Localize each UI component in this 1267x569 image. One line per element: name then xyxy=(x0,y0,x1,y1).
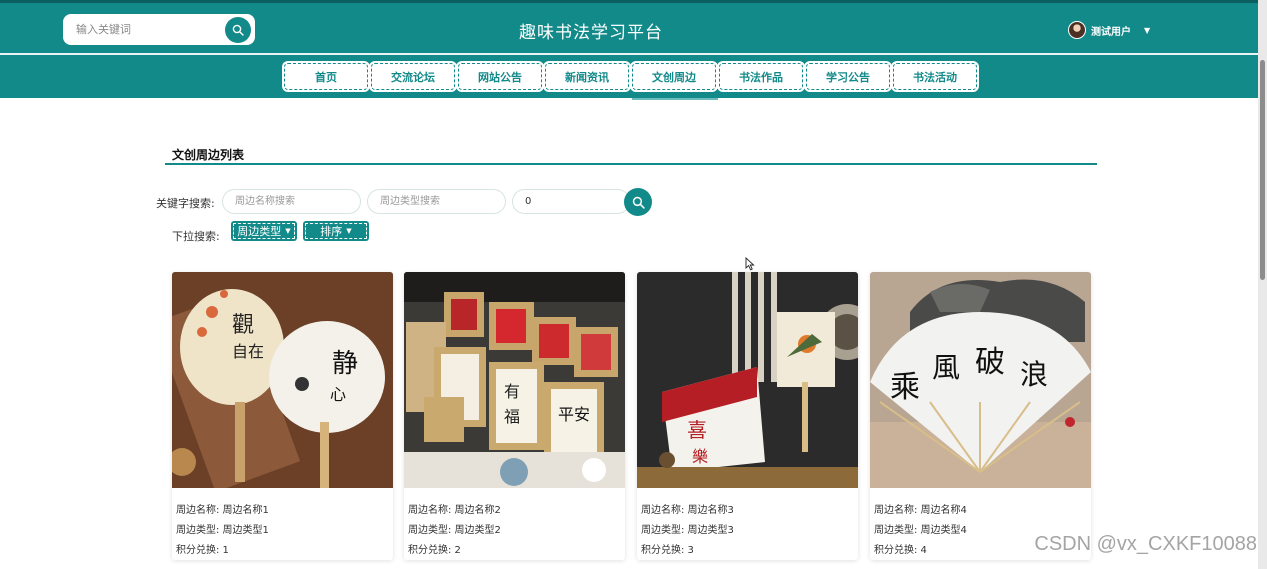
app-root: 趣味书法学习平台 测试用户 ▼ 首页 交流论坛 网站公告 新闻资讯 文创周边 书… xyxy=(0,0,1267,569)
merch-type-dropdown[interactable]: 周边类型 ▼ xyxy=(231,221,297,241)
product-card[interactable]: 喜 樂 周边名称: 周边名称3 周边类型: 周边类型3 积分兑换: 3 xyxy=(637,272,858,560)
product-image: 有 福 平安 xyxy=(404,272,625,488)
product-name: 周边名称: 周边名称3 xyxy=(641,505,734,516)
user-name: 测试用户 xyxy=(1091,26,1131,38)
nav-item-events[interactable]: 书法活动 xyxy=(893,63,977,90)
product-image: 觀 自在 静 心 xyxy=(172,272,393,488)
svg-text:觀: 觀 xyxy=(232,313,254,338)
nav-item-news[interactable]: 新闻资讯 xyxy=(545,63,629,90)
site-title: 趣味书法学习平台 xyxy=(519,23,663,43)
title-underline xyxy=(165,163,1097,165)
sort-dropdown[interactable]: 排序 ▼ xyxy=(303,221,369,241)
page-title: 文创周边列表 xyxy=(172,148,245,162)
nav-item-home[interactable]: 首页 xyxy=(284,63,368,90)
svg-text:喜: 喜 xyxy=(687,418,707,442)
nav-item-works[interactable]: 书法作品 xyxy=(719,63,803,90)
dropdown-search-label: 下拉搜索: xyxy=(172,230,220,243)
product-card[interactable]: 觀 自在 静 心 周边名称: 周边名称1 周边类型: 周边类型1 积分兑换: 1 xyxy=(172,272,393,560)
mouse-cursor-icon xyxy=(745,257,755,271)
header-search-input[interactable] xyxy=(63,14,223,45)
top-edge-line xyxy=(0,0,1267,3)
svg-text:樂: 樂 xyxy=(692,447,708,466)
filter-search-button[interactable] xyxy=(624,188,652,216)
scrollbar-thumb[interactable] xyxy=(1260,60,1265,280)
search-icon xyxy=(232,24,244,36)
product-type: 周边类型: 周边类型3 xyxy=(641,525,734,536)
header-divider xyxy=(0,53,1267,55)
product-type: 周边类型: 周边类型2 xyxy=(408,525,501,536)
nav-item-site-notice[interactable]: 网站公告 xyxy=(458,63,542,90)
svg-text:心: 心 xyxy=(330,385,346,404)
merch-type-search-input[interactable] xyxy=(367,189,506,214)
watermark: CSDN @vx_CXKF10088 xyxy=(1034,533,1257,555)
svg-text:自在: 自在 xyxy=(232,342,264,361)
product-type: 周边类型: 周边类型1 xyxy=(176,525,269,536)
caret-down-icon: ▼ xyxy=(346,227,352,235)
product-type: 周边类型: 周边类型4 xyxy=(874,525,967,536)
header-search-button[interactable] xyxy=(225,17,251,43)
user-menu[interactable]: 测试用户 ▼ xyxy=(1068,19,1150,41)
product-name: 周边名称: 周边名称4 xyxy=(874,505,967,516)
nav-item-merch[interactable]: 文创周边 xyxy=(632,63,716,90)
svg-text:福: 福 xyxy=(504,407,520,426)
product-name: 周边名称: 周边名称2 xyxy=(408,505,501,516)
product-points: 积分兑换: 2 xyxy=(408,545,461,556)
points-search-input[interactable] xyxy=(512,189,630,214)
product-info: 周边名称: 周边名称1 周边类型: 周边类型1 积分兑换: 1 xyxy=(176,501,269,560)
nav-item-study-notice[interactable]: 学习公告 xyxy=(806,63,890,90)
svg-text:平安: 平安 xyxy=(558,405,590,424)
product-image: 喜 樂 xyxy=(637,272,858,488)
product-card[interactable]: 乘 風 破 浪 周边名称: 周边名称4 周边类型: 周边类型4 积分兑换: 4 xyxy=(870,272,1091,560)
svg-text:乘: 乘 xyxy=(890,370,920,405)
svg-text:風: 風 xyxy=(932,351,960,384)
avatar xyxy=(1068,21,1086,39)
product-info: 周边名称: 周边名称3 周边类型: 周边类型3 积分兑换: 3 xyxy=(641,501,734,560)
product-points: 积分兑换: 4 xyxy=(874,545,927,556)
caret-down-icon: ▼ xyxy=(285,227,291,235)
svg-text:浪: 浪 xyxy=(1020,358,1048,391)
product-image: 乘 風 破 浪 xyxy=(870,272,1091,488)
svg-text:有: 有 xyxy=(504,382,520,401)
merch-type-dropdown-label: 周边类型 xyxy=(237,225,282,238)
keyword-search-label: 关键字搜索: xyxy=(156,197,215,210)
nav-item-forum[interactable]: 交流论坛 xyxy=(371,63,455,90)
merch-name-search-input[interactable] xyxy=(222,189,361,214)
product-info: 周边名称: 周边名称4 周边类型: 周边类型4 积分兑换: 4 xyxy=(874,501,967,560)
main-nav: 首页 交流论坛 网站公告 新闻资讯 文创周边 书法作品 学习公告 书法活动 xyxy=(284,63,977,90)
product-points: 积分兑换: 3 xyxy=(641,545,694,556)
svg-text:破: 破 xyxy=(975,345,1005,380)
sort-dropdown-label: 排序 xyxy=(320,225,343,238)
product-card[interactable]: 有 福 平安 周边名称: 周边名称2 周边类型: 周边类型2 积分兑换: 2 xyxy=(404,272,625,560)
product-points: 积分兑换: 1 xyxy=(176,545,229,556)
svg-text:静: 静 xyxy=(332,349,358,379)
product-name: 周边名称: 周边名称1 xyxy=(176,505,269,516)
caret-down-icon: ▼ xyxy=(1144,25,1151,35)
nav-active-indicator xyxy=(632,98,718,100)
search-icon xyxy=(632,196,645,209)
product-info: 周边名称: 周边名称2 周边类型: 周边类型2 积分兑换: 2 xyxy=(408,501,501,560)
